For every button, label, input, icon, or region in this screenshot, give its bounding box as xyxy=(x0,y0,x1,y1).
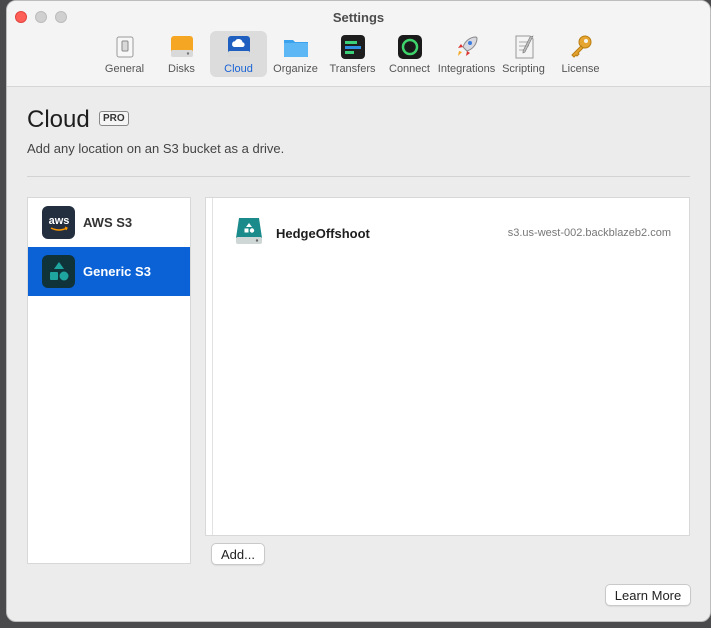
tab-cloud[interactable]: Cloud xyxy=(210,31,267,77)
drive-list: HedgeOffshoot s3.us-west-002.backblazeb2… xyxy=(205,197,690,536)
generic-s3-icon xyxy=(42,255,75,288)
tab-label: Scripting xyxy=(502,63,545,75)
tab-scripting[interactable]: Scripting xyxy=(495,31,552,77)
settings-window: Settings General Disks Cloud Organize Tr… xyxy=(6,0,711,622)
drive-host: s3.us-west-002.backblazeb2.com xyxy=(507,227,671,239)
connect-icon xyxy=(397,34,423,60)
page-title: Cloud xyxy=(27,106,90,133)
tab-label: License xyxy=(561,63,600,75)
settings-content: Cloud PRO Add any location on an S3 buck… xyxy=(7,88,710,621)
panel-divider xyxy=(212,198,213,535)
cloud-drive-icon xyxy=(234,216,264,251)
aws-icon: aws xyxy=(42,206,75,239)
pro-badge: PRO xyxy=(99,111,129,126)
toolbar: General Disks Cloud Organize Transfers C… xyxy=(96,31,609,79)
key-icon xyxy=(568,34,594,60)
rocket-icon xyxy=(454,34,480,60)
tab-label: Cloud xyxy=(224,63,253,75)
cloud-icon xyxy=(226,34,252,60)
drive-name: HedgeOffshoot xyxy=(276,225,370,241)
disk-icon xyxy=(169,34,195,60)
tab-label: Disks xyxy=(168,63,195,75)
provider-sidebar: aws AWS S3 Generic S3 xyxy=(27,197,191,564)
tab-connect[interactable]: Connect xyxy=(381,31,438,77)
list-item[interactable]: HedgeOffshoot s3.us-west-002.backblazeb2… xyxy=(234,216,671,251)
window-title: Settings xyxy=(332,10,385,25)
switch-icon xyxy=(112,34,138,60)
tab-general[interactable]: General xyxy=(96,31,153,77)
page-subtitle: Add any location on an S3 bucket as a dr… xyxy=(27,141,285,156)
titlebar: Settings General Disks Cloud Organize Tr… xyxy=(7,1,710,87)
transfers-icon xyxy=(340,34,366,60)
learn-more-button[interactable]: Learn More xyxy=(605,584,691,606)
tab-organize[interactable]: Organize xyxy=(267,31,324,77)
tab-label: Transfers xyxy=(329,63,376,75)
folder-icon xyxy=(283,34,309,60)
script-icon xyxy=(511,34,537,60)
tab-label: Integrations xyxy=(437,63,496,75)
tab-disks[interactable]: Disks xyxy=(153,31,210,77)
tab-license[interactable]: License xyxy=(552,31,609,77)
add-button[interactable]: Add... xyxy=(211,543,265,565)
divider xyxy=(27,176,690,177)
tab-label: Organize xyxy=(273,63,318,75)
svg-text:aws: aws xyxy=(48,215,69,227)
tab-label: General xyxy=(104,63,145,75)
tab-integrations[interactable]: Integrations xyxy=(438,31,495,77)
sidebar-item-generic-s3[interactable]: Generic S3 xyxy=(28,247,190,296)
sidebar-item-label: AWS S3 xyxy=(83,215,133,230)
tab-transfers[interactable]: Transfers xyxy=(324,31,381,77)
tab-label: Connect xyxy=(389,63,430,75)
sidebar-item-label: Generic S3 xyxy=(83,264,151,279)
sidebar-item-aws-s3[interactable]: aws AWS S3 xyxy=(28,198,190,247)
